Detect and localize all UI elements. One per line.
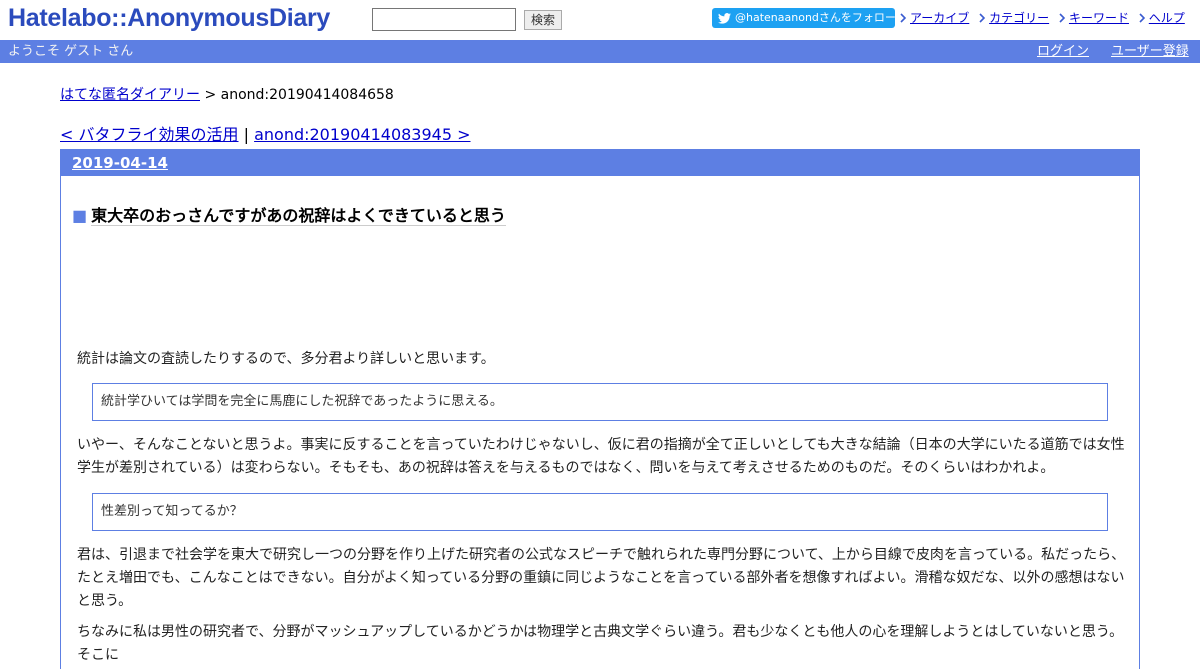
- chevron-right-icon: [1139, 12, 1147, 23]
- body-paragraph-1: 統計は論文の査読したりするので、多分君より詳しいと思います。: [77, 351, 495, 367]
- nav-help[interactable]: ヘルプ: [1139, 9, 1185, 26]
- nav-keyword[interactable]: キーワード: [1059, 9, 1129, 26]
- twitter-follow-button[interactable]: @hatenaanondさんをフォロー: [712, 8, 895, 28]
- body-paragraph-4: ちなみに私は男性の研究者で、分野がマッシュアップしているかどうかは物理学と古典文…: [77, 624, 1124, 663]
- blockquote-2-text: 性差別って知ってるか？: [101, 504, 243, 519]
- header-nav: アーカイブ カテゴリー キーワード ヘルプ: [900, 9, 1185, 26]
- breadcrumb-current: anond:20190414084658: [220, 87, 394, 103]
- entry-pager: < バタフライ効果の活用 | anond:20190414083945 >: [60, 121, 471, 145]
- nav-archive[interactable]: アーカイブ: [900, 9, 969, 26]
- prev-entry-link[interactable]: < バタフライ効果の活用: [60, 125, 239, 144]
- blockquote-1-text: 統計学ひいては学問を完全に馬鹿にした祝辞であったように思える。: [101, 394, 503, 409]
- blockquote-1: 統計学ひいては学問を完全に馬鹿にした祝辞であったように思える。: [92, 383, 1108, 421]
- day-section: 2019-04-14 ■ 東大卒のおっさんですがあの祝辞はよくできていると思う 統…: [60, 149, 1140, 669]
- twitter-bird-icon: [718, 11, 731, 28]
- blockquote-2: 性差別って知ってるか？: [92, 493, 1108, 531]
- chevron-right-icon: [1059, 12, 1067, 23]
- next-entry-link[interactable]: anond:20190414083945 >: [254, 125, 470, 144]
- user-bar: ようこそ ゲスト さん ログイン ユーザー登録: [0, 40, 1200, 63]
- site-logo[interactable]: Hatelabo::AnonymousDiary: [8, 4, 330, 33]
- welcome-text: ようこそ ゲスト さん: [8, 44, 134, 59]
- search-input[interactable]: [372, 8, 516, 31]
- chevron-right-icon: [979, 12, 987, 23]
- site-header: Hatelabo::AnonymousDiary 検索 @hatenaanond…: [0, 0, 1200, 40]
- login-link[interactable]: ログイン: [1037, 40, 1089, 63]
- entry-title-text[interactable]: 東大卒のおっさんですがあの祝辞はよくできていると思う: [91, 206, 506, 226]
- body-paragraph-3: 君は、引退まで社会学を東大で研究し一つの分野を作り上げた研究者の公式なスピーチで…: [77, 547, 1126, 609]
- breadcrumb-home-link[interactable]: はてな匿名ダイアリー: [60, 87, 200, 103]
- nav-keyword-label: キーワード: [1068, 11, 1129, 25]
- entry-permalink-marker[interactable]: ■: [72, 206, 87, 225]
- search-button[interactable]: 検索: [524, 10, 562, 30]
- day-date-link[interactable]: 2019-04-14: [72, 154, 168, 172]
- nav-archive-label: アーカイブ: [910, 11, 970, 25]
- nav-category[interactable]: カテゴリー: [979, 9, 1049, 26]
- chevron-right-icon: [900, 12, 908, 23]
- nav-category-label: カテゴリー: [989, 11, 1050, 25]
- breadcrumb: はてな匿名ダイアリー > anond:20190414084658: [60, 84, 394, 104]
- pager-separator: |: [243, 125, 249, 144]
- nav-help-label: ヘルプ: [1148, 11, 1185, 25]
- entry-title: ■ 東大卒のおっさんですがあの祝辞はよくできていると思う: [72, 202, 506, 226]
- register-link[interactable]: ユーザー登録: [1111, 40, 1189, 63]
- day-header: 2019-04-14: [61, 150, 1139, 176]
- breadcrumb-separator: >: [204, 87, 217, 103]
- body-paragraph-2: いやー、そんなことないと思うよ。事実に反することを言っていたわけじゃないし、仮に…: [77, 437, 1125, 476]
- twitter-follow-label: @hatenaanondさんをフォロー: [735, 11, 895, 24]
